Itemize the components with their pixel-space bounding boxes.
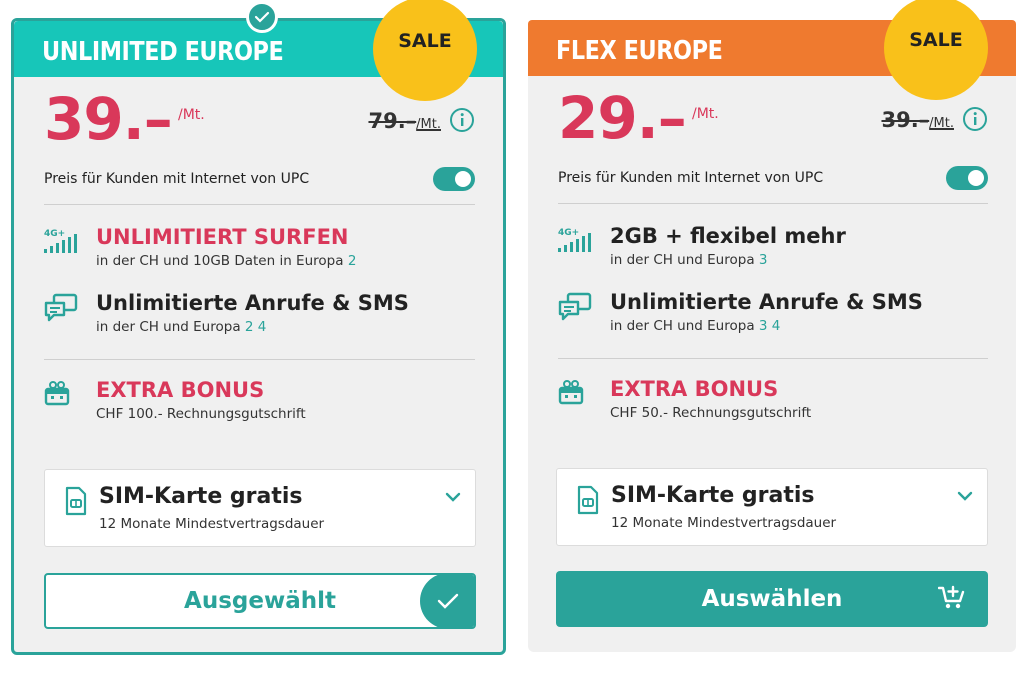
- chevron-down-icon[interactable]: [445, 492, 461, 502]
- chat-icon: [558, 292, 592, 321]
- feature-sub: in der CH und Europa 3 4: [610, 318, 781, 334]
- feature-sub: in der CH und Europa 3: [610, 252, 768, 268]
- sim-card-icon: [577, 485, 599, 515]
- sim-card-dropdown[interactable]: SIM-Karte gratis 12 Monate Mindestvertra…: [556, 468, 988, 546]
- price: 29.–: [558, 84, 687, 152]
- svg-text:4G+: 4G+: [44, 229, 65, 239]
- price-row: 29.– /Mt. 39.–/Mt.: [558, 76, 988, 152]
- feature-title: UNLIMITIERT SURFEN: [96, 225, 349, 249]
- feature-title: Unlimitierte Anrufe & SMS: [610, 290, 923, 314]
- footnote-link[interactable]: 3: [759, 252, 768, 268]
- plan-card-flex-europe[interactable]: FLEX EUROPE SALE 29.– /Mt. 39.–/Mt. Prei…: [528, 0, 1016, 652]
- feature-title: EXTRA BONUS: [96, 378, 265, 402]
- upc-discount-row: Preis für Kunden mit Internet von UPC: [44, 149, 475, 205]
- feature-title: Unlimitierte Anrufe & SMS: [96, 291, 409, 315]
- gift-icon: [558, 380, 584, 405]
- signal-4g-icon: 4G+: [44, 229, 77, 253]
- feature-calls: Unlimitierte Anrufe & SMS in der CH und …: [558, 290, 988, 359]
- gift-icon: [44, 381, 70, 406]
- footnote-link[interactable]: 3 4: [759, 318, 780, 334]
- footnote-link[interactable]: 2 4: [245, 319, 266, 335]
- feature-sub: in der CH und 10GB Daten in Europa 2: [96, 253, 357, 269]
- old-price: 79.–/Mt.: [368, 109, 441, 133]
- upc-label: Preis für Kunden mit Internet von UPC: [44, 171, 310, 187]
- plan-card-unlimited-europe[interactable]: UNLIMITED EUROPE SALE 39.– /Mt. 79.–/Mt.…: [11, 0, 506, 655]
- feature-sub: in der CH und Europa 2 4: [96, 319, 267, 335]
- feature-sub: CHF 50.- Rechnungsgutschrift: [610, 405, 812, 421]
- check-icon: [420, 575, 474, 627]
- sim-sub: 12 Monate Mindestvertragsdauer: [611, 515, 837, 531]
- select-button[interactable]: Auswählen: [556, 571, 988, 627]
- sim-card-dropdown[interactable]: SIM-Karte gratis 12 Monate Mindestvertra…: [44, 469, 476, 547]
- old-price: 39.–/Mt.: [881, 108, 954, 132]
- sim-title: SIM-Karte gratis: [611, 483, 815, 508]
- cart-add-icon: [938, 585, 965, 609]
- footnote-link[interactable]: 2: [348, 253, 357, 269]
- plan-title: UNLIMITED EUROPE: [42, 37, 284, 67]
- chat-icon: [44, 293, 78, 322]
- svg-text:4G+: 4G+: [558, 228, 579, 238]
- info-icon[interactable]: [449, 107, 475, 133]
- button-label: Auswählen: [701, 586, 843, 612]
- upc-toggle[interactable]: [946, 166, 988, 190]
- selected-button[interactable]: Ausgewählt: [44, 573, 476, 629]
- feature-data: 4G+ UNLIMITIERT SURFEN in der CH und 10G…: [44, 225, 475, 269]
- button-label: Ausgewählt: [184, 588, 336, 614]
- upc-discount-row: Preis für Kunden mit Internet von UPC: [558, 148, 988, 204]
- price-row: 39.– /Mt. 79.–/Mt.: [44, 77, 475, 153]
- price: 39.–: [44, 85, 173, 153]
- feature-bonus: EXTRA BONUS CHF 50.- Rechnungsgutschrift: [558, 377, 988, 421]
- upc-label: Preis für Kunden mit Internet von UPC: [558, 170, 824, 186]
- info-icon[interactable]: [962, 106, 988, 132]
- sim-card-icon: [65, 486, 87, 516]
- feature-calls: Unlimitierte Anrufe & SMS in der CH und …: [44, 291, 475, 360]
- feature-title: EXTRA BONUS: [610, 377, 779, 401]
- sim-sub: 12 Monate Mindestvertragsdauer: [99, 516, 325, 532]
- feature-sub: CHF 100.- Rechnungsgutschrift: [96, 406, 306, 422]
- selected-check-icon: [246, 1, 278, 33]
- feature-data: 4G+ 2GB + flexibel mehr in der CH und Eu…: [558, 224, 988, 268]
- price-unit: /Mt.: [178, 107, 205, 123]
- plan-header: FLEX EUROPE SALE: [528, 0, 1016, 100]
- price-unit: /Mt.: [692, 106, 719, 122]
- feature-bonus: EXTRA BONUS CHF 100.- Rechnungsgutschrif…: [44, 378, 475, 422]
- plan-title: FLEX EUROPE: [556, 36, 723, 66]
- upc-toggle[interactable]: [433, 167, 475, 191]
- chevron-down-icon[interactable]: [957, 491, 973, 501]
- feature-title: 2GB + flexibel mehr: [610, 224, 846, 248]
- signal-4g-icon: 4G+: [558, 228, 591, 252]
- sim-title: SIM-Karte gratis: [99, 484, 303, 509]
